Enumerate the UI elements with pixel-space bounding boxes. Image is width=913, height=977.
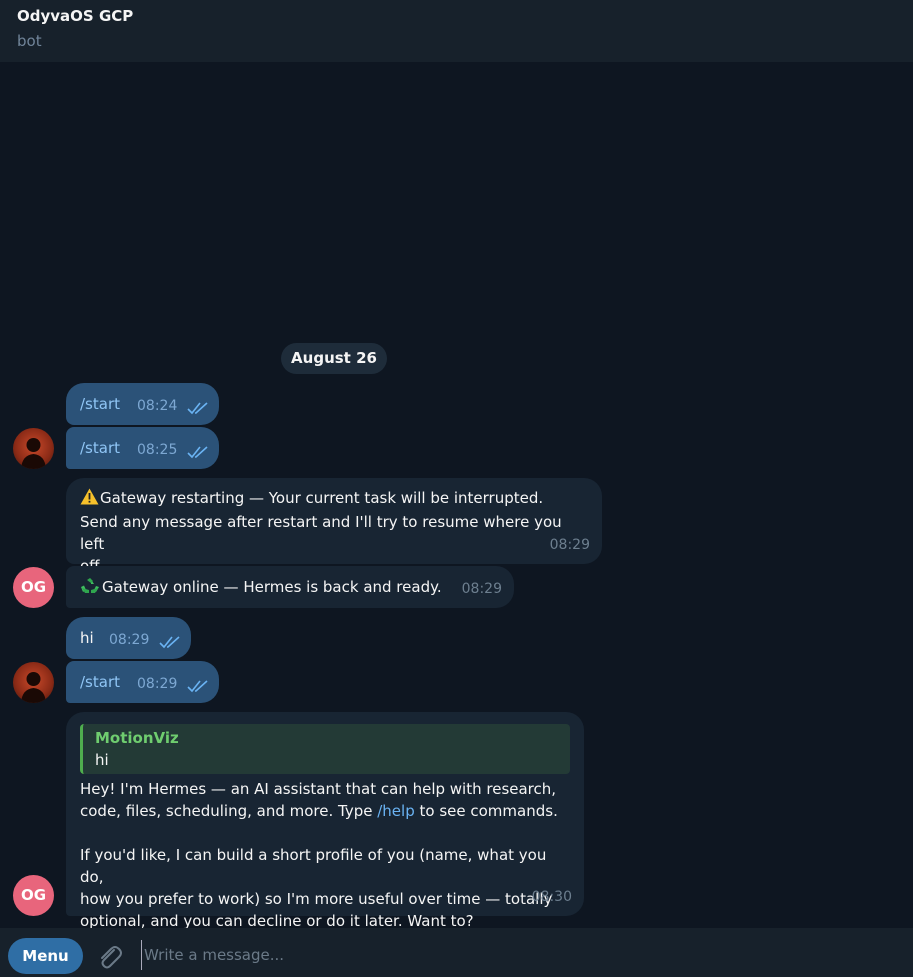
double-check-icon [187,446,208,459]
message-bubble[interactable]: Gateway restarting — Your current task w… [66,478,602,575]
date-separator: August 26 [281,343,387,374]
message-time: 08:29 [109,632,150,648]
chat-title: OdyvaOS GCP [17,7,134,25]
message-text-line: Hey! I'm Hermes — an AI assistant that c… [80,780,557,798]
message-text-line: how you prefer to work) so I'm more usef… [80,890,553,908]
message-text[interactable]: /start [80,439,120,457]
message-time: 08:30 [531,889,572,905]
bot-avatar[interactable]: OG [13,875,54,916]
message-text[interactable]: /start [80,673,120,691]
message-bubble[interactable]: /start 08:25 [66,427,219,469]
paperclip-icon[interactable] [94,942,124,972]
reply-author: MotionViz [95,729,179,747]
reply-text: hi [95,751,109,769]
menu-button[interactable]: Menu [8,938,83,974]
message-text-line: Send any message after restart and I'll … [80,513,562,553]
message-time: 08:29 [137,676,178,692]
recycle-icon [80,577,102,601]
help-command-link[interactable]: /help [377,802,414,820]
double-check-icon [187,402,208,415]
reply-quote[interactable]: MotionViz hi [80,724,570,774]
message-bubble[interactable]: /start 08:24 [66,383,219,425]
message-time: 08:25 [137,442,178,458]
user-avatar[interactable] [13,662,54,703]
double-check-icon [187,680,208,693]
message-text-line: If you'd like, I can build a short profi… [80,846,547,886]
message-text: Gateway online — Hermes is back and read… [102,578,442,596]
message-text-segment: to see commands. [419,802,558,820]
person-silhouette-icon [21,672,46,703]
user-avatar[interactable] [13,428,54,469]
message-bubble[interactable]: hi 08:29 [66,617,191,659]
bot-avatar[interactable]: OG [13,567,54,608]
message-time: 08:29 [549,537,590,553]
chat-header[interactable]: OdyvaOS GCP bot [0,0,913,62]
message-text: hi [80,629,94,647]
message-text-segment: code, files, scheduling, and more. Type [80,802,373,820]
message-text-line: code, files, scheduling, and more. Type … [80,800,570,822]
double-check-icon [159,636,180,649]
warning-icon [80,488,100,511]
person-silhouette-icon [21,438,46,469]
message-text-line: Gateway restarting — Your current task w… [100,489,544,507]
chat-subtitle: bot [17,32,42,50]
message-bubble[interactable]: /start 08:29 [66,661,219,703]
message-input[interactable] [141,940,841,970]
message-composer: Menu [0,928,913,977]
message-text[interactable]: /start [80,395,120,413]
message-time: 08:24 [137,398,178,414]
message-time: 08:29 [461,581,502,597]
message-bubble[interactable]: Gateway online — Hermes is back and read… [66,566,514,608]
message-bubble[interactable]: MotionViz hi Hey! I'm Hermes — an AI ass… [66,712,584,930]
